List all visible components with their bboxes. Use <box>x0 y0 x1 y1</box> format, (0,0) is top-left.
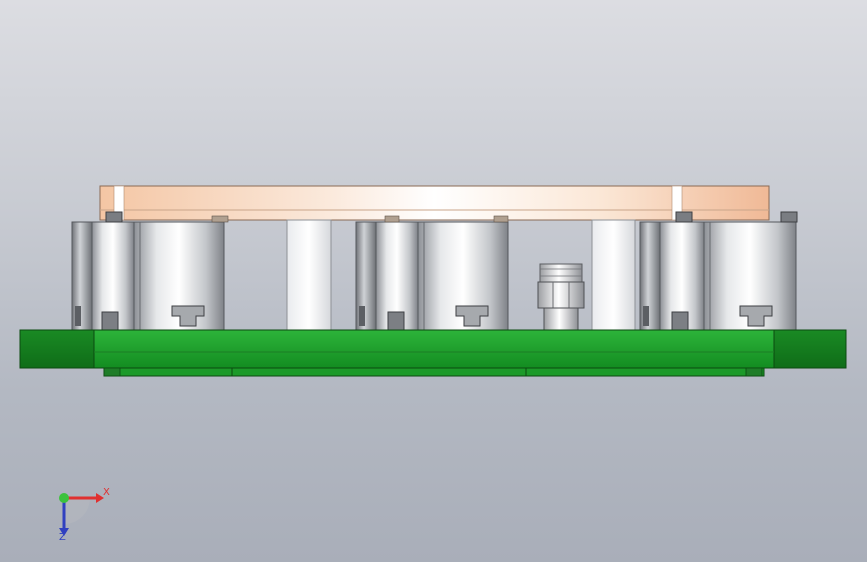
axis-z-label: Z <box>59 532 66 543</box>
reference-triad: X Y Z <box>40 480 120 550</box>
cylinder-left[interactable] <box>71 211 229 331</box>
cad-model-front-view[interactable] <box>0 0 867 562</box>
base-plate[interactable] <box>19 329 847 369</box>
axis-x-label: X <box>103 487 110 498</box>
graphics-viewport[interactable]: X Y Z <box>0 0 867 562</box>
guide-post-left[interactable] <box>286 219 332 333</box>
guide-post-right[interactable] <box>591 219 636 333</box>
cylinder-right[interactable] <box>639 211 798 331</box>
bottom-rail[interactable] <box>103 367 765 377</box>
cylinder-middle[interactable] <box>355 215 509 331</box>
pneumatic-fitting[interactable] <box>537 263 585 331</box>
top-plate[interactable] <box>99 185 770 221</box>
